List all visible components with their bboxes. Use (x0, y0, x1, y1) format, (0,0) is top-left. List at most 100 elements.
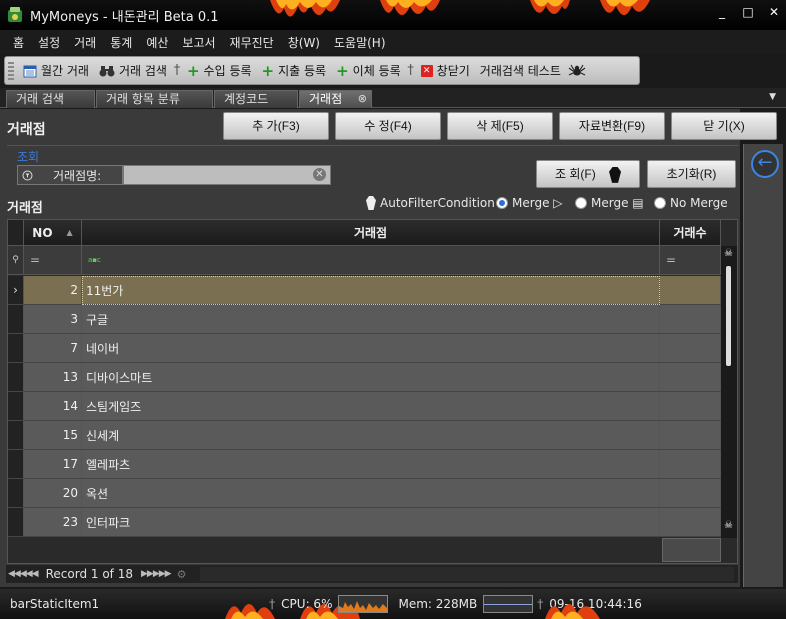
tab-dropdown-icon[interactable]: ▼ (769, 92, 776, 102)
search-test-button[interactable]: 거래검색 테스트 (475, 62, 566, 79)
scroll-down-skull-icon[interactable]: ☠ (724, 520, 733, 531)
cell-no[interactable]: 13 (24, 363, 82, 391)
table-row[interactable]: 23 인터파크 (8, 508, 721, 537)
filter-count-cell[interactable]: = (660, 246, 721, 274)
scroll-up-skull-icon[interactable]: ☠ (724, 248, 733, 259)
cell-no[interactable]: 3 (24, 305, 82, 333)
tab-merchant[interactable]: 거래점 ⊗ (299, 90, 372, 108)
cell-merchant[interactable]: 인터파크 (82, 508, 660, 536)
row-indicator[interactable] (8, 479, 24, 507)
menu-window[interactable]: 창(W) (281, 34, 327, 51)
cell-merchant[interactable]: 네이버 (82, 334, 660, 362)
toolbar-grip[interactable] (8, 61, 14, 80)
row-indicator[interactable] (8, 450, 24, 478)
register-income-button[interactable]: + 수입 등록 (182, 62, 257, 80)
merge-option-1[interactable]: Merge ▷ (496, 196, 563, 210)
nav-gear-icon[interactable]: ⚙ (177, 568, 187, 581)
merge-1-radio[interactable] (496, 197, 508, 209)
cell-count[interactable] (660, 450, 721, 478)
menu-budget[interactable]: 예산 (139, 34, 175, 51)
cell-count[interactable] (660, 421, 721, 449)
column-header-merchant[interactable]: 거래점 (82, 220, 660, 245)
cell-merchant[interactable]: 신세계 (82, 421, 660, 449)
column-header-no[interactable]: NO ▲ (24, 220, 82, 245)
table-row[interactable]: › 2 11번가 (8, 276, 721, 305)
cell-count[interactable] (660, 508, 721, 536)
cell-count[interactable] (660, 334, 721, 362)
merge-2-radio[interactable] (575, 197, 587, 209)
cell-no[interactable]: 15 (24, 421, 82, 449)
cell-merchant[interactable]: 옥션 (82, 479, 660, 507)
column-header-count[interactable]: 거래수 (660, 220, 721, 245)
transaction-search-button[interactable]: 거래 검색 (94, 62, 172, 79)
cell-no[interactable]: 23 (24, 508, 82, 536)
row-indicator[interactable] (8, 508, 24, 536)
row-indicator[interactable] (8, 363, 24, 391)
row-indicator[interactable] (8, 305, 24, 333)
cell-count[interactable] (660, 276, 721, 304)
cell-no[interactable]: 7 (24, 334, 82, 362)
close-button[interactable]: 닫 기(X) (671, 112, 777, 140)
table-row[interactable]: 14 스팀게임즈 (8, 392, 721, 421)
tab-close-icon[interactable]: ⊗ (358, 91, 367, 107)
nav-next-last-icons[interactable]: ▶▶▶▶▶ (141, 569, 172, 579)
row-indicator[interactable] (8, 392, 24, 420)
menu-statistics[interactable]: 통계 (103, 34, 139, 51)
cell-merchant[interactable]: 엘레파츠 (82, 450, 660, 478)
minimize-button[interactable]: _ (716, 6, 728, 18)
cell-count[interactable] (660, 305, 721, 333)
menu-settings[interactable]: 설정 (31, 34, 67, 51)
search-button[interactable]: 조 회(F) (536, 160, 640, 188)
clear-icon[interactable]: ✕ (313, 168, 326, 181)
cell-merchant[interactable]: 구글 (82, 305, 660, 333)
back-arrow-icon[interactable]: ← (751, 150, 779, 178)
cell-no[interactable]: 20 (24, 479, 82, 507)
horizontal-scrollbar[interactable] (200, 567, 734, 581)
menu-financial-diagnosis[interactable]: 재무진단 (223, 34, 281, 51)
close-window-button[interactable]: ✕ (768, 6, 780, 18)
no-merge-option[interactable]: No Merge (654, 196, 728, 210)
row-indicator[interactable] (8, 421, 24, 449)
cell-count[interactable] (660, 392, 721, 420)
tab-transaction-search[interactable]: 거래 검색 (6, 90, 95, 108)
table-row[interactable]: 20 옥션 (8, 479, 721, 508)
cell-no[interactable]: 17 (24, 450, 82, 478)
nav-first-prev-icons[interactable]: ◀◀◀◀◀ (8, 569, 39, 579)
merchant-name-input[interactable] (123, 165, 331, 185)
table-row[interactable]: 17 엘레파츠 (8, 450, 721, 479)
cell-merchant[interactable]: 11번가 (82, 276, 660, 304)
menu-transactions[interactable]: 거래 (67, 34, 103, 51)
table-row[interactable]: 13 디바이스마트 (8, 363, 721, 392)
cell-no[interactable]: 14 (24, 392, 82, 420)
edit-button[interactable]: 수 정(F4) (335, 112, 441, 140)
scroll-thumb[interactable] (726, 266, 731, 366)
add-button[interactable]: 추 가(F3) (223, 112, 329, 140)
menu-home[interactable]: 홈 (6, 34, 31, 51)
row-indicator[interactable]: › (8, 276, 24, 304)
tab-transaction-category[interactable]: 거래 항목 분류 (96, 90, 213, 108)
cell-count[interactable] (660, 363, 721, 391)
filter-merchant-cell[interactable]: a▪c (82, 246, 660, 274)
vertical-scrollbar[interactable]: ☠ ☠ (721, 246, 737, 538)
no-merge-radio[interactable] (654, 197, 666, 209)
close-window-tool-button[interactable]: ✕ 창닫기 (416, 62, 475, 79)
cell-count[interactable] (660, 479, 721, 507)
tab-account-code[interactable]: 계정코드 (214, 90, 298, 108)
menu-help[interactable]: 도움말(H) (327, 34, 393, 51)
convert-button[interactable]: 자료변환(F9) (559, 112, 665, 140)
cell-merchant[interactable]: 스팀게임즈 (82, 392, 660, 420)
row-indicator[interactable] (8, 334, 24, 362)
register-transfer-button[interactable]: + 이체 등록 (331, 62, 406, 80)
reset-button[interactable]: 초기화(R) (647, 160, 736, 188)
filter-no-cell[interactable]: = (24, 246, 82, 274)
table-row[interactable]: 15 신세계 (8, 421, 721, 450)
auto-filter-option[interactable]: AutoFilterCondition (366, 196, 495, 210)
table-row[interactable]: 3 구글 (8, 305, 721, 334)
cell-no[interactable]: 2 (24, 276, 82, 304)
merge-option-2[interactable]: Merge ▤ (575, 196, 644, 210)
monthly-transactions-button[interactable]: 월간 거래 (18, 62, 94, 79)
menu-reports[interactable]: 보고서 (175, 34, 222, 51)
maximize-button[interactable]: □ (742, 6, 754, 18)
cell-merchant[interactable]: 디바이스마트 (82, 363, 660, 391)
register-expense-button[interactable]: + 지출 등록 (257, 62, 332, 80)
